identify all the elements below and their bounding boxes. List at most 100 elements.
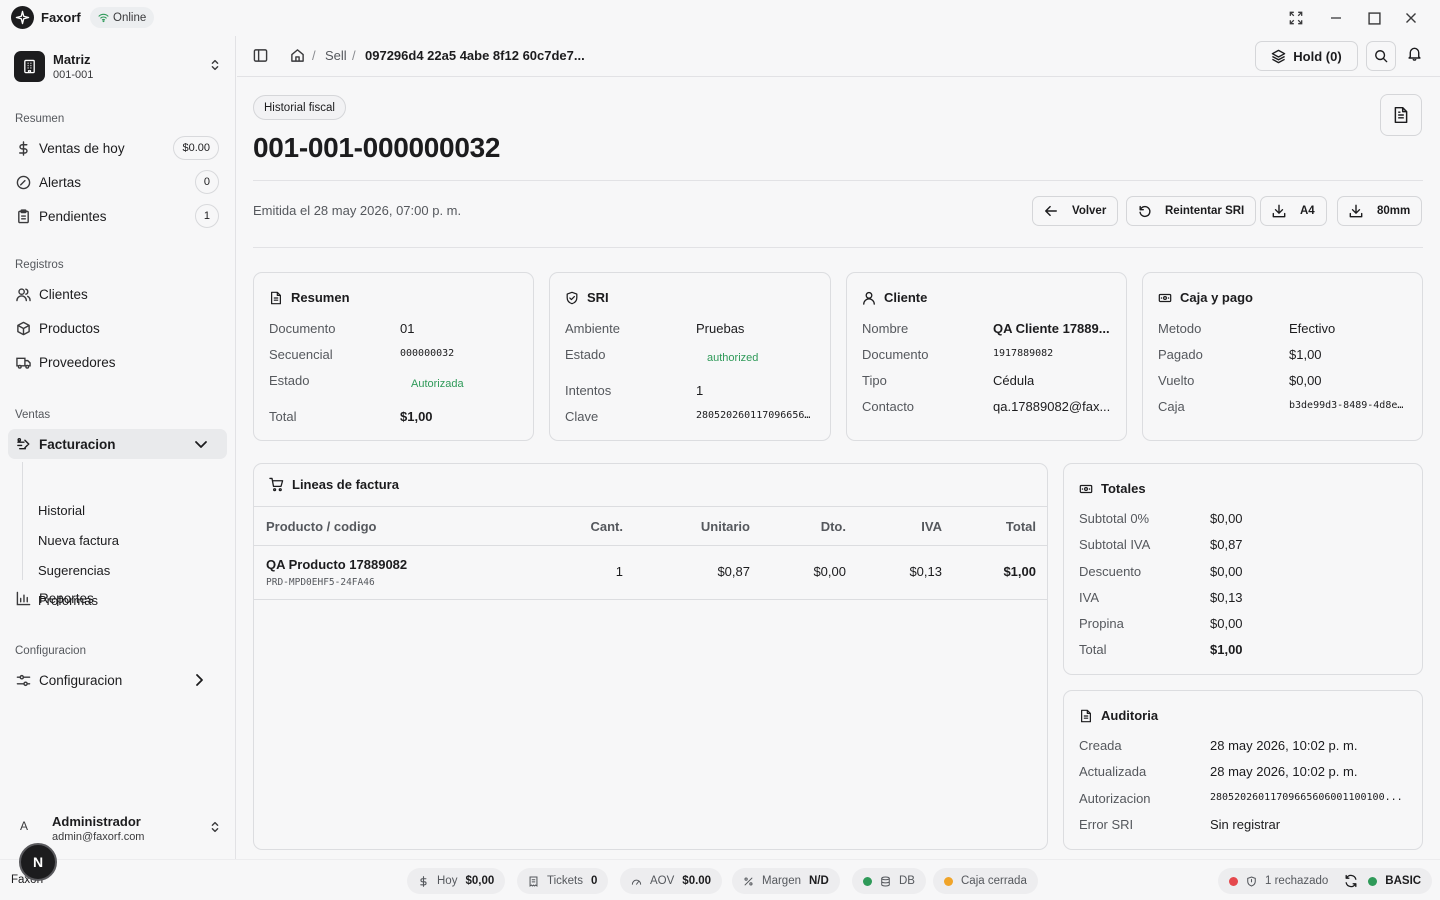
card-title: Caja y pago xyxy=(1180,290,1253,305)
line-total: $1,00 xyxy=(1003,564,1036,579)
card-title: SRI xyxy=(587,290,609,305)
arrow-left-icon xyxy=(1044,204,1058,218)
pill-value: $0,00 xyxy=(465,875,495,887)
sidebar-toggle-icon[interactable] xyxy=(253,48,268,63)
pill-value: N/D xyxy=(809,875,829,887)
rejected-pill[interactable]: 1 rechazado BASIC xyxy=(1218,868,1433,894)
refresh-icon[interactable] xyxy=(1344,874,1358,888)
status-badge: Autorizada xyxy=(411,378,464,390)
user-menu[interactable]: A Administrador admin@faxorf.com xyxy=(14,810,224,846)
minimize-icon[interactable] xyxy=(1326,8,1346,28)
cash-register-pill[interactable]: Caja cerrada xyxy=(933,868,1038,894)
assistant-fab-button[interactable]: N xyxy=(19,843,57,881)
chevron-down-icon xyxy=(193,436,209,452)
kv-key: Error SRI xyxy=(1079,817,1134,832)
sidebar-item-reportes[interactable]: Reportes xyxy=(8,583,227,613)
sidebar-item-pendientes[interactable]: Pendientes 1 xyxy=(8,201,227,231)
kv-value: 1917889082 xyxy=(993,348,1054,359)
app-logo-icon xyxy=(11,6,34,29)
table-row[interactable]: QA Producto 17889082 PRD-MPD0EHF5-24FA46… xyxy=(254,546,1047,600)
kv-key: Caja xyxy=(1158,399,1185,414)
file-text-icon xyxy=(1392,106,1410,124)
top-header: / Sell / 097296d4 22a5 4abe 8f12 60c7de7… xyxy=(237,36,1440,77)
breadcrumb-separator: / xyxy=(352,48,356,63)
sidebar-item-productos[interactable]: Productos xyxy=(8,313,227,343)
user-email: admin@faxorf.com xyxy=(52,831,145,843)
bell-icon[interactable] xyxy=(1407,46,1422,61)
sidebar-item-proveedores[interactable]: Proveedores xyxy=(8,347,227,377)
subnav-nueva-factura[interactable]: Nueva factura xyxy=(38,533,119,548)
historial-fiscal-chip[interactable]: Historial fiscal xyxy=(253,95,346,120)
status-badge: authorized xyxy=(707,352,759,364)
breadcrumb-sell[interactable]: Sell xyxy=(325,48,347,63)
banknote-icon xyxy=(1158,291,1172,305)
search-icon xyxy=(1374,49,1388,63)
hold-button[interactable]: Hold (0) xyxy=(1255,41,1358,71)
sidebar-item-alertas[interactable]: Alertas 0 xyxy=(8,167,227,197)
truck-icon xyxy=(15,354,31,370)
avatar: A xyxy=(20,819,29,833)
col-header-product: Producto / codigo xyxy=(266,519,377,534)
maximize-icon[interactable] xyxy=(1364,8,1384,28)
section-title-registros: Registros xyxy=(15,259,64,271)
kv-value: Cédula xyxy=(993,373,1035,388)
retry-sri-button[interactable]: Reintentar SRI xyxy=(1126,196,1257,226)
sidebar-item-configuracion[interactable]: Configuracion xyxy=(8,665,227,695)
sri-card-header: SRI xyxy=(565,290,609,305)
chevrons-up-down-icon xyxy=(208,820,222,834)
database-icon xyxy=(880,876,891,887)
line-product-name: QA Producto 17889082 xyxy=(266,557,408,572)
home-icon[interactable] xyxy=(290,48,305,63)
kv-value: 000000032 xyxy=(400,348,455,359)
tickets-pill[interactable]: Tickets 0 xyxy=(517,868,609,894)
download-80mm-button[interactable]: 80mm xyxy=(1337,196,1423,226)
kv-key: Subtotal IVA xyxy=(1079,537,1151,552)
sidebar-item-label: Pendientes xyxy=(39,208,107,224)
kv-key: Descuento xyxy=(1079,564,1142,579)
kv-key: Tipo xyxy=(862,373,887,388)
breadcrumb-separator: / xyxy=(312,48,316,63)
pill-value: $0.00 xyxy=(682,875,712,887)
caja-pago-card-header: Caja y pago xyxy=(1158,290,1253,305)
plan-label: BASIC xyxy=(1385,875,1422,887)
sidebar-item-ventas-hoy[interactable]: Ventas de hoy $0.00 xyxy=(8,133,227,163)
kv-value: $1,00 xyxy=(400,409,433,424)
totales-card: Totales Subtotal 0% $0,00 Subtotal IVA $… xyxy=(1063,463,1423,675)
search-button[interactable] xyxy=(1366,41,1396,71)
receipt-icon xyxy=(528,876,539,887)
pill-label: AOV xyxy=(650,875,675,887)
pill-label: 1 rechazado xyxy=(1265,875,1329,887)
sri-card: SRI Ambiente Pruebas Estado authorized I… xyxy=(549,272,831,441)
aov-pill[interactable]: AOV $0.00 xyxy=(620,868,723,894)
back-button[interactable]: Volver xyxy=(1032,196,1119,226)
kv-key: Vuelto xyxy=(1158,373,1195,388)
margin-pill[interactable]: Margen N/D xyxy=(732,868,840,894)
sidebar-item-label: Facturacion xyxy=(39,436,116,452)
banknote-icon xyxy=(1079,482,1093,496)
card-title: Cliente xyxy=(884,290,928,305)
card-title: Resumen xyxy=(291,290,350,305)
subnav-historial[interactable]: Historial xyxy=(38,503,85,518)
today-sales-pill[interactable]: Hoy $0,00 xyxy=(407,868,506,894)
sidebar-item-clientes[interactable]: Clientes xyxy=(8,279,227,309)
caja-pago-card: Caja y pago Metodo Efectivo Pagado $1,00… xyxy=(1142,272,1423,441)
gauge-icon xyxy=(15,174,31,190)
close-icon[interactable] xyxy=(1401,8,1421,28)
sidebar-item-label: Productos xyxy=(39,320,100,336)
db-status-pill[interactable]: DB xyxy=(852,868,926,894)
subnav-guide-line xyxy=(22,462,23,580)
package-icon xyxy=(15,320,31,336)
totales-card-header: Totales xyxy=(1079,481,1146,496)
page-title: 001-001-000000032 xyxy=(253,132,501,163)
ventas-hoy-badge: $0.00 xyxy=(173,136,219,160)
sidebar-item-facturacion[interactable]: Facturacion xyxy=(8,429,227,459)
kv-key: Secuencial xyxy=(269,347,333,362)
document-view-button[interactable] xyxy=(1380,94,1422,136)
subnav-sugerencias[interactable]: Sugerencias xyxy=(38,563,110,578)
layers-icon xyxy=(1271,49,1286,64)
fullscreen-icon[interactable] xyxy=(1286,8,1306,28)
org-switcher[interactable]: Matriz 001-001 xyxy=(14,50,224,84)
download-a4-button[interactable]: A4 xyxy=(1260,196,1327,226)
kv-value: $0,00 xyxy=(1210,511,1243,526)
receipt-icon xyxy=(15,436,31,452)
